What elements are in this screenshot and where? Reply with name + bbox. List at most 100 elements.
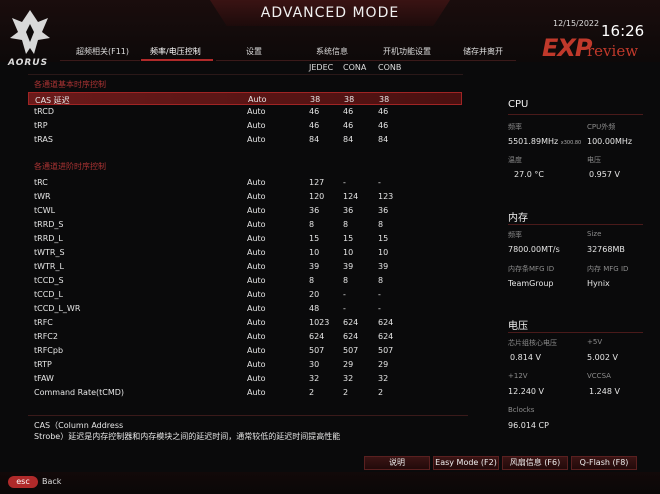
row-name: tRRD_S [34, 220, 64, 229]
row-mode[interactable]: Auto [247, 178, 266, 187]
row-name: tWTR_L [34, 262, 64, 271]
voltage-panel-divider [508, 332, 643, 333]
row-mode[interactable]: Auto [247, 234, 266, 243]
timing-row-twr[interactable]: tWR Auto 120 124 123 [28, 190, 462, 203]
row-jedec: 1023 [309, 318, 330, 327]
row-cona: 84 [343, 135, 354, 144]
row-jedec: 2 [309, 388, 315, 397]
timing-row-trrd-l[interactable]: tRRD_L Auto 15 15 15 [28, 232, 462, 245]
row-jedec: 38 [310, 95, 321, 104]
row-jedec: 46 [309, 107, 320, 116]
timing-row-tras[interactable]: tRAS Auto 84 84 84 [28, 133, 462, 146]
row-name: tWTR_S [34, 248, 65, 257]
timing-row-trfc[interactable]: tRFC Auto 1023 624 624 [28, 316, 462, 329]
row-jedec: 30 [309, 360, 320, 369]
back-label[interactable]: Back [42, 477, 61, 486]
row-mode[interactable]: Auto [247, 262, 266, 271]
esc-key-badge[interactable]: esc [8, 476, 38, 488]
timing-row-trp[interactable]: tRP Auto 46 46 46 [28, 119, 462, 132]
row-jedec: 10 [309, 248, 320, 257]
row-mode[interactable]: Auto [247, 121, 266, 130]
tab-settings[interactable]: 设置 [246, 46, 262, 57]
row-mode[interactable]: Auto [247, 388, 266, 397]
row-jedec: 48 [309, 304, 320, 313]
tab-overclock[interactable]: 超频相关(F11) [76, 46, 129, 57]
row-jedec: 507 [309, 346, 325, 355]
row-mode[interactable]: Auto [247, 360, 266, 369]
row-jedec: 20 [309, 290, 320, 299]
cpu-ext-value: 100.00MHz [587, 137, 633, 146]
bottom-bar [0, 472, 660, 494]
timing-row-trcd[interactable]: tRCD Auto 46 46 46 [28, 105, 462, 118]
row-cona: 507 [343, 346, 359, 355]
timing-row-twtr-l[interactable]: tWTR_L Auto 39 39 39 [28, 260, 462, 273]
row-jedec: 84 [309, 135, 320, 144]
timing-row-tcwl[interactable]: tCWL Auto 36 36 36 [28, 204, 462, 217]
timing-row-trtp[interactable]: tRTP Auto 30 29 29 [28, 358, 462, 371]
row-name: tRCD [34, 107, 55, 116]
row-mode[interactable]: Auto [247, 276, 266, 285]
timing-row-trfcpb[interactable]: tRFCpb Auto 507 507 507 [28, 344, 462, 357]
row-cona: - [343, 304, 346, 313]
row-conb: 46 [378, 107, 389, 116]
row-conb: 29 [378, 360, 389, 369]
watermark-exp: EXP [542, 34, 592, 62]
row-mode[interactable]: Auto [247, 346, 266, 355]
vccsa-value: 1.248 V [589, 387, 620, 396]
brand-name: AORUS [8, 58, 49, 68]
timing-row-tccd-l-wr[interactable]: tCCD_L_WR Auto 48 - - [28, 302, 462, 315]
row-mode[interactable]: Auto [248, 95, 267, 104]
row-mode[interactable]: Auto [247, 107, 266, 116]
timing-row-twtr-s[interactable]: tWTR_S Auto 10 10 10 [28, 246, 462, 259]
memory-chip-mfg-label: 内存 MFG ID [587, 265, 629, 273]
timing-row-trc[interactable]: tRC Auto 127 - - [28, 176, 462, 189]
row-mode[interactable]: Auto [247, 318, 266, 327]
row-mode[interactable]: Auto [247, 304, 266, 313]
row-cona: 29 [343, 360, 354, 369]
easy-mode-button[interactable]: Easy Mode (F2) [433, 456, 499, 470]
row-conb: 8 [378, 220, 384, 229]
row-name: tRC [34, 178, 48, 187]
tab-divider [60, 60, 140, 61]
row-cona: 124 [343, 192, 359, 201]
row-name: tCCD_S [34, 276, 64, 285]
tab-freq-voltage[interactable]: 频率/电压控制 [150, 46, 201, 57]
timing-row-tccd-l[interactable]: tCCD_L Auto 20 - - [28, 288, 462, 301]
row-conb: 10 [378, 248, 389, 257]
help-button[interactable]: 说明 [364, 456, 430, 470]
tab-system-info[interactable]: 系统信息 [316, 46, 348, 57]
cpu-freq-label: 频率 [508, 123, 522, 131]
row-cona: 15 [343, 234, 354, 243]
help-text: CAS（Column Address Strobe）延迟是内存控制器和内存模块之… [34, 420, 340, 442]
row-cona: 38 [344, 95, 355, 104]
row-mode[interactable]: Auto [247, 374, 266, 383]
row-mode[interactable]: Auto [247, 206, 266, 215]
qflash-button[interactable]: Q-Flash (F8) [571, 456, 637, 470]
fan-info-button[interactable]: 风扇信息 (F6) [502, 456, 568, 470]
row-name: Command Rate(tCMD) [34, 388, 125, 397]
row-mode[interactable]: Auto [247, 248, 266, 257]
time-display: 16:26 [601, 22, 645, 40]
timing-row-tccd-s[interactable]: tCCD_S Auto 8 8 8 [28, 274, 462, 287]
timing-row-tfaw[interactable]: tFAW Auto 32 32 32 [28, 372, 462, 385]
timing-row-trrd-s[interactable]: tRRD_S Auto 8 8 8 [28, 218, 462, 231]
p12v-value: 12.240 V [508, 387, 545, 396]
row-cona: 46 [343, 121, 354, 130]
row-mode[interactable]: Auto [247, 290, 266, 299]
row-conb: 46 [378, 121, 389, 130]
tab-divider [216, 60, 516, 61]
timing-row-trfc2[interactable]: tRFC2 Auto 624 624 624 [28, 330, 462, 343]
row-cona: 36 [343, 206, 354, 215]
timing-row-command-rate-tcmd[interactable]: Command Rate(tCMD) Auto 2 2 2 [28, 386, 462, 399]
row-mode[interactable]: Auto [247, 332, 266, 341]
row-mode[interactable]: Auto [247, 220, 266, 229]
cpu-freq-value: 5501.89MHz x300.80 [508, 137, 582, 146]
tab-boot[interactable]: 开机功能设置 [383, 46, 431, 57]
mode-title: ADVANCED MODE [260, 5, 400, 21]
timing-row-cas-latency[interactable]: CAS 延迟 Auto 38 38 38 [28, 92, 462, 105]
row-name: tRTP [34, 360, 52, 369]
row-mode[interactable]: Auto [247, 192, 266, 201]
tab-save-exit[interactable]: 储存并离开 [463, 46, 503, 57]
row-name: tRFCpb [34, 346, 64, 355]
row-mode[interactable]: Auto [247, 135, 266, 144]
